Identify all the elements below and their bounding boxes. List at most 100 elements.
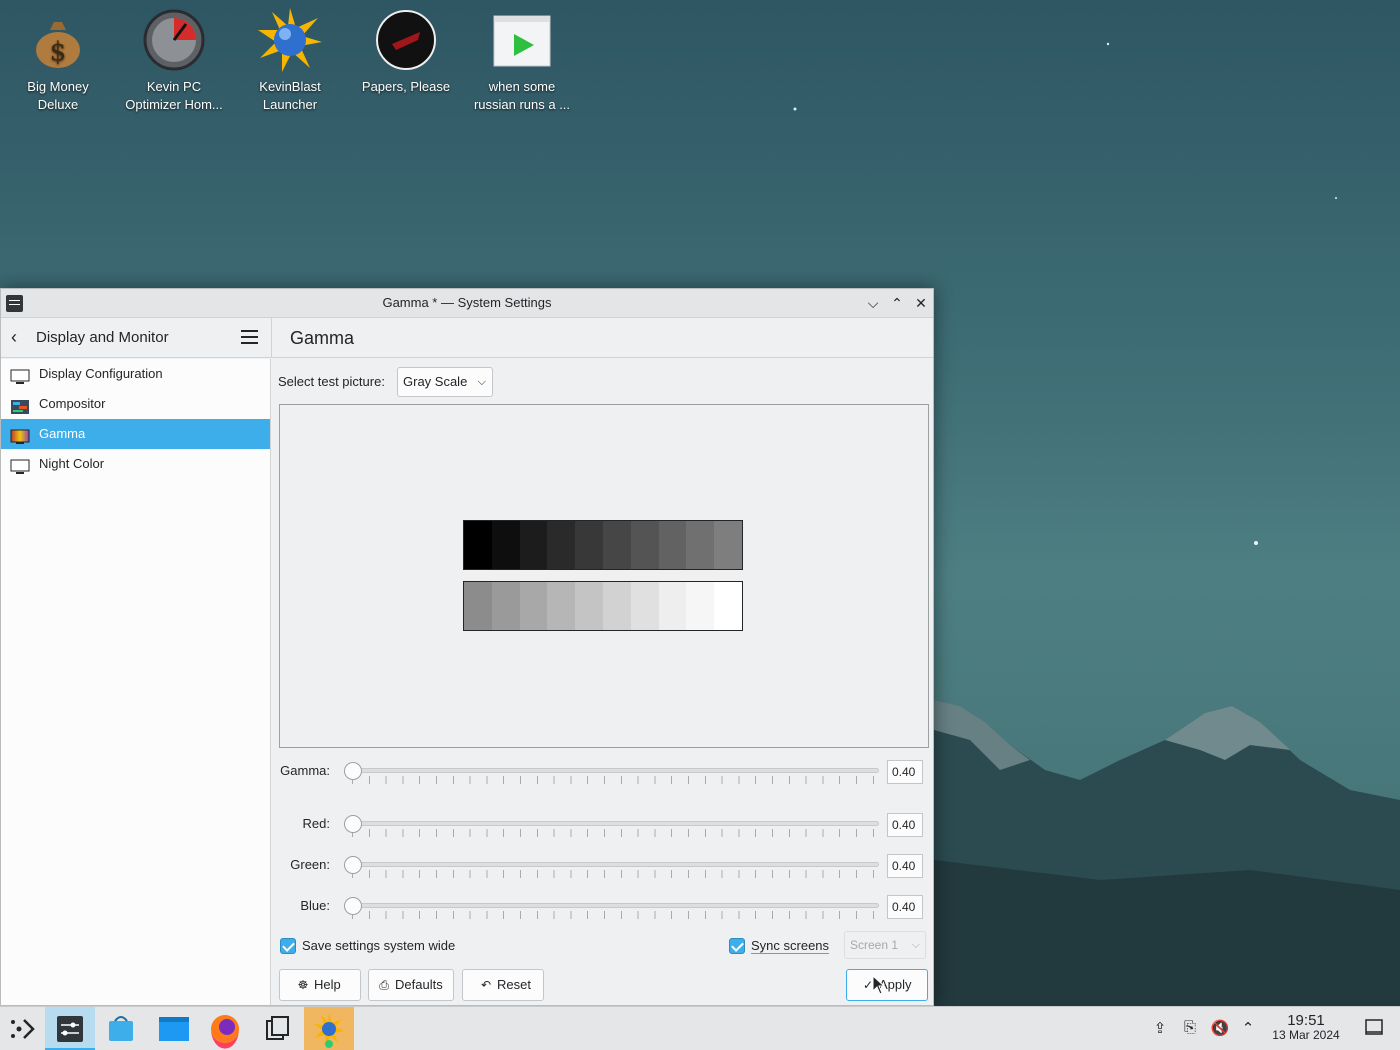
reset-button[interactable]: ↶ Reset (462, 969, 544, 1001)
money-bag-icon: $ (26, 8, 90, 72)
gamma-slider-row: Gamma: 0.40 (272, 760, 932, 790)
application-launcher-button[interactable] (0, 1007, 50, 1050)
taskbar: ⇪ ⎘ 🔇 ⌃ 19:51 13 Mar 2024 (0, 1006, 1400, 1050)
desktop-icon-kevin-pc-optimizer[interactable]: Kevin PC Optimizer Hom... (116, 8, 232, 114)
gray-swatch (686, 582, 715, 630)
green-slider-ticks (352, 870, 879, 878)
help-button-label: Help (314, 977, 341, 992)
taskbar-firefox[interactable] (200, 1007, 250, 1050)
monitor-icon (10, 366, 30, 384)
sidebar-item-label: Gamma (39, 426, 86, 441)
starburst-globe-icon (258, 8, 322, 72)
gamma-value-field[interactable]: 0.40 (887, 760, 923, 784)
clock[interactable]: 19:51 13 Mar 2024 (1262, 1013, 1350, 1043)
blue-label: Blue: (300, 898, 330, 913)
clock-date: 13 Mar 2024 (1272, 1028, 1340, 1042)
desktop-icon-big-money[interactable]: $ Big Money Deluxe (0, 8, 116, 114)
svg-text:$: $ (50, 37, 67, 67)
clipboard-icon[interactable]: ⎘ (1180, 1019, 1200, 1039)
help-button[interactable]: ☸ Help (279, 969, 361, 1001)
sidebar-item-label: Display Configuration (39, 366, 163, 381)
gray-swatch (491, 582, 520, 630)
sidebar-item-night-color[interactable]: Night Color (1, 449, 270, 479)
video-play-icon (490, 8, 554, 72)
gray-swatch (464, 521, 492, 569)
green-slider-track[interactable] (352, 862, 879, 867)
gray-swatch (630, 521, 659, 569)
red-slider-handle[interactable] (344, 815, 362, 833)
green-value-field[interactable]: 0.40 (887, 854, 923, 878)
close-icon[interactable]: ✕ (911, 293, 931, 313)
update-notifier-icon[interactable]: ⇪ (1150, 1019, 1170, 1039)
help-icon: ☸ (297, 978, 309, 992)
window-titlebar[interactable]: Gamma * — System Settings ⌵ ⌃ ✕ (1, 289, 933, 318)
sidebar-item-display-configuration[interactable]: Display Configuration (1, 359, 270, 389)
gray-swatch (602, 582, 631, 630)
blue-slider-handle[interactable] (344, 897, 362, 915)
red-value-field[interactable]: 0.40 (887, 813, 923, 837)
kde-launcher-icon (11, 1019, 35, 1039)
chevron-down-icon: ⌵ (477, 376, 486, 388)
undo-icon: ↶ (480, 978, 492, 992)
monitor-icon (10, 456, 30, 474)
document-icon: ⎙ (379, 978, 389, 992)
minimize-icon[interactable]: ⌵ (863, 293, 883, 313)
sidebar-item-label: Compositor (39, 396, 106, 411)
save-system-wide-checkbox[interactable] (280, 938, 296, 954)
desktop-icon-label: when some (488, 79, 556, 94)
header-divider (271, 318, 272, 358)
gamma-label: Gamma: (280, 763, 330, 778)
back-arrow-icon[interactable]: ‹ (11, 327, 17, 348)
papers-please-icon (374, 8, 438, 72)
desktop-icon-papers-please[interactable]: Papers, Please (348, 8, 464, 96)
grayscale-dark-strip (463, 520, 743, 570)
gray-swatch (630, 582, 659, 630)
clock-time: 19:51 (1287, 1012, 1325, 1029)
sync-screens-checkbox[interactable] (729, 938, 745, 954)
gray-swatch (686, 521, 715, 569)
blue-slider-row: Blue: 0.40 (272, 895, 932, 925)
red-label: Red: (302, 816, 330, 831)
mouse-cursor (872, 975, 886, 995)
system-settings-app-icon[interactable] (6, 295, 23, 312)
taskbar-kevinblast[interactable] (304, 1007, 354, 1050)
maximize-icon[interactable]: ⌃ (887, 293, 907, 313)
test-picture-dropdown[interactable]: Gray Scale ⌵ (397, 367, 493, 397)
desktop-icon-kevinblast-launcher[interactable]: KevinBlast Launcher (232, 8, 348, 114)
screen-select-dropdown[interactable]: Screen 1 ⌵ (844, 931, 926, 959)
sidebar-item-label: Night Color (39, 456, 105, 471)
gamma-slider-handle[interactable] (344, 762, 362, 780)
desktop-icon-russian-video[interactable]: when some russian runs a ... (464, 8, 580, 114)
gray-swatch (714, 582, 742, 630)
desktop-icon-label: Kevin PC (146, 79, 202, 94)
gray-swatch (464, 582, 492, 630)
red-slider-ticks (352, 829, 879, 837)
show-desktop-icon[interactable] (1364, 1019, 1384, 1039)
blue-value-field[interactable]: 0.40 (887, 895, 923, 919)
gray-swatch (658, 521, 687, 569)
hamburger-menu-icon[interactable] (241, 330, 258, 344)
sidebar-item-compositor[interactable]: Compositor (1, 389, 270, 419)
taskbar-discover[interactable] (96, 1007, 146, 1050)
screen-select-value: Screen 1 (850, 938, 899, 952)
taskbar-system-settings[interactable] (45, 1007, 95, 1050)
blue-slider-ticks (352, 911, 879, 919)
taskbar-file-manager[interactable] (148, 1007, 198, 1050)
gray-swatch (547, 521, 576, 569)
defaults-button[interactable]: ⎙ Defaults (368, 969, 454, 1001)
breadcrumb[interactable]: Display and Monitor (36, 329, 169, 346)
taskbar-window-overview[interactable] (252, 1007, 302, 1050)
sidebar: Display Configuration Compositor Gamma N… (1, 359, 271, 1005)
volume-muted-icon[interactable]: 🔇 (1210, 1019, 1230, 1039)
apply-button[interactable]: ✓ Apply (846, 969, 928, 1001)
gamma-slider-track[interactable] (352, 768, 879, 773)
gray-swatch (658, 582, 687, 630)
sidebar-item-gamma[interactable]: Gamma (1, 419, 270, 449)
grayscale-light-strip (463, 581, 743, 631)
red-slider-track[interactable] (352, 821, 879, 826)
green-slider-handle[interactable] (344, 856, 362, 874)
gray-swatch (714, 521, 742, 569)
blue-slider-track[interactable] (352, 903, 879, 908)
firefox-icon (211, 1015, 239, 1049)
chevron-up-icon[interactable]: ⌃ (1238, 1019, 1258, 1039)
